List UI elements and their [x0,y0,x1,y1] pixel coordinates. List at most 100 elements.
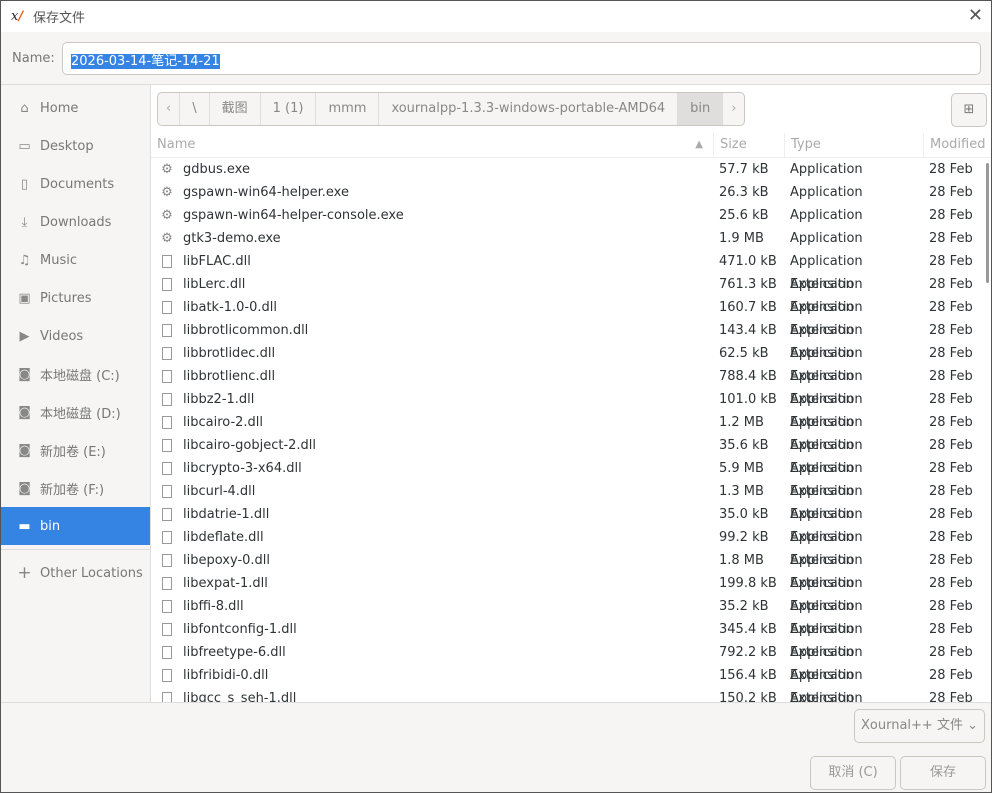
file-type: Application Extension [790,277,863,315]
file-row[interactable]: libgcc_s_seh-1.dll 150.2 kB Application Ex… [151,687,991,702]
file-name: libbrotlidec.dll [183,346,276,361]
file-type: Application Extension [790,438,863,476]
drive-icon: ◙ [18,404,31,420]
cancel-button[interactable]: 取消 (C) [810,756,896,790]
sidebar-item[interactable]: ⌂ Home [1,89,150,127]
path-forward-button[interactable]: › [723,93,744,125]
sidebar-item-other-locations[interactable]: + Other Locations [1,554,150,592]
name-label: Name: [12,51,55,66]
file-size: 35.2 kB [719,599,769,614]
file-row[interactable]: libbrotlidec.dll 62.5 kB Application Exten… [151,342,991,384]
sidebar-item[interactable]: ⤓ Downloads [1,203,150,241]
sidebar-item[interactable]: ◙ 本地磁盘 (D:) [1,393,150,431]
file-browser: ‹ \ 截图 1 (1) mmm xournalpp-1.3.3-windows-port… [151,85,991,702]
file-type: Application Extension [790,507,863,545]
file-row[interactable]: libLerc.dll 761.3 kB Application Extension… [151,273,991,315]
sidebar-item[interactable]: ♫ Music [1,241,150,279]
file-row[interactable]: libcrypto-3-x64.dll 5.9 MB Application Ext… [151,457,991,499]
sidebar-item-label: Desktop [40,138,94,154]
sidebar-item[interactable]: ◙ 新加卷 (E:) [1,431,150,469]
file-modified: 28 Feb [929,691,973,702]
file-size: 1.8 MB [719,553,764,568]
column-name[interactable]: Name ▲ [151,133,713,157]
drive-icon: ◙ [18,480,31,496]
file-name: libffi-8.dll [183,599,244,614]
sidebar-item[interactable]: ◙ 新加卷 (F:) [1,469,150,507]
file-name: libbz2-1.dll [183,392,255,407]
sidebar-item[interactable]: ◙ 本地磁盘 (C:) [1,355,150,393]
file-icon [162,600,172,613]
column-type[interactable]: Type [784,133,923,157]
path-bar: ‹ \ 截图 1 (1) mmm xournalpp-1.3.3-windows-port… [157,92,746,126]
sort-ascending-icon: ▲ [695,139,703,150]
file-row[interactable]: libcurl-4.dll 1.3 MB Application Extension… [151,480,991,522]
file-size: 761.3 kB [719,277,777,292]
sidebar-item[interactable]: ▬ bin [1,507,150,545]
file-row[interactable]: libbz2-1.dll 101.0 kB Application Extensio… [151,388,991,430]
new-folder-button[interactable]: ⊞ [951,93,987,127]
file-icon [162,485,172,498]
file-name: gspawn-win64-helper-console.exe [183,208,404,223]
file-type-filter[interactable]: Xournal++ 文件 ⌄ [854,709,985,743]
file-row[interactable]: libfontconfig-1.dll 345.4 kB Application E… [151,618,991,660]
places-sidebar: ⌂ Home ▭ Desktop ▯ Documents ⤓ Downloads ♫ Music ▣… [1,85,151,702]
file-row[interactable]: ⚙ gdbus.exe 57.7 kB Application 28 Feb [151,158,991,181]
column-headers: Name ▲ Size Type Modified [151,133,991,158]
sidebar-item[interactable]: ▭ Desktop [1,127,150,165]
file-row[interactable]: ⚙ gspawn-win64-helper-console.exe 25.6 kB A… [151,204,991,227]
file-name: libfribidi-0.dll [183,668,269,683]
file-size: 35.0 kB [719,507,769,522]
path-crumb[interactable]: mmm [316,93,380,125]
path-crumb[interactable]: \ [180,93,210,125]
scrollbar[interactable] [986,163,989,283]
path-back-button[interactable]: ‹ [158,93,181,125]
file-row[interactable]: libFLAC.dll 471.0 kB Application Extension… [151,250,991,292]
save-button[interactable]: 保存 [900,756,986,790]
column-size[interactable]: Size [713,133,784,157]
file-row[interactable]: libcairo-2.dll 1.2 MB Application Extensio… [151,411,991,453]
new-folder-icon: ⊞ [963,102,975,117]
file-row[interactable]: libdatrie-1.dll 35.0 kB Application Extens… [151,503,991,545]
file-row[interactable]: libbrotlicommon.dll 143.4 kB Application E… [151,319,991,361]
file-row[interactable]: libexpat-1.dll 199.8 kB Application Extens… [151,572,991,614]
file-name: libdeflate.dll [183,530,264,545]
filename-value: 2026-03-14-笔记-14-21 [71,54,220,69]
sidebar-item[interactable]: ▶ Videos [1,317,150,355]
column-modified[interactable]: Modified [923,133,991,157]
file-size: 792.2 kB [719,645,777,660]
file-row[interactable]: libfreetype-6.dll 792.2 kB Application Ext… [151,641,991,683]
file-type: Application Extension [790,300,863,338]
file-row[interactable]: ⚙ gtk3-demo.exe 1.9 MB Application 28 Feb [151,227,991,250]
file-row[interactable]: libepoxy-0.dll 1.8 MB Application Extensio… [151,549,991,591]
file-name: libexpat-1.dll [183,576,268,591]
file-name: libcurl-4.dll [183,484,256,499]
file-row[interactable]: ⚙ gspawn-win64-helper.exe 26.3 kB Applicati… [151,181,991,204]
sidebar-item[interactable]: ▯ Documents [1,165,150,203]
file-icon [162,416,172,429]
filename-input[interactable]: 2026-03-14-笔记-14-21 [62,42,981,75]
sidebar-item-label: Home [40,100,79,116]
path-crumb[interactable]: 截图 [210,93,261,125]
path-crumb[interactable]: xournalpp-1.3.3-windows-portable-AMD64 [379,93,679,125]
file-modified: 28 Feb [929,415,973,430]
sidebar-item[interactable]: ▣ Pictures [1,279,150,317]
file-modified: 28 Feb [929,254,973,269]
file-row[interactable]: libdeflate.dll 99.2 kB Application Extensi… [151,526,991,568]
close-icon[interactable]: ✕ [968,5,983,26]
file-modified: 28 Feb [929,645,973,660]
file-row[interactable]: libcairo-gobject-2.dll 35.6 kB Application… [151,434,991,476]
file-modified: 28 Feb [929,438,973,453]
path-crumb[interactable]: bin [678,93,724,125]
file-row[interactable]: libbrotlienc.dll 788.4 kB Application Exte… [151,365,991,407]
file-modified: 28 Feb [929,208,973,223]
file-name: libFLAC.dll [183,254,251,269]
path-crumb[interactable]: 1 (1) [261,93,317,125]
file-row[interactable]: libatk-1.0-0.dll 160.7 kB Application Exte… [151,296,991,338]
file-icon [162,692,172,702]
file-type: Application Extension [790,415,863,453]
file-row[interactable]: libfribidi-0.dll 156.4 kB Application Exte… [151,664,991,702]
file-type: Application Extension [790,461,863,499]
file-row[interactable]: libffi-8.dll 35.2 kB Application Extension… [151,595,991,637]
title-bar: x/ 保存文件 ✕ [1,1,991,32]
file-modified: 28 Feb [929,323,973,338]
